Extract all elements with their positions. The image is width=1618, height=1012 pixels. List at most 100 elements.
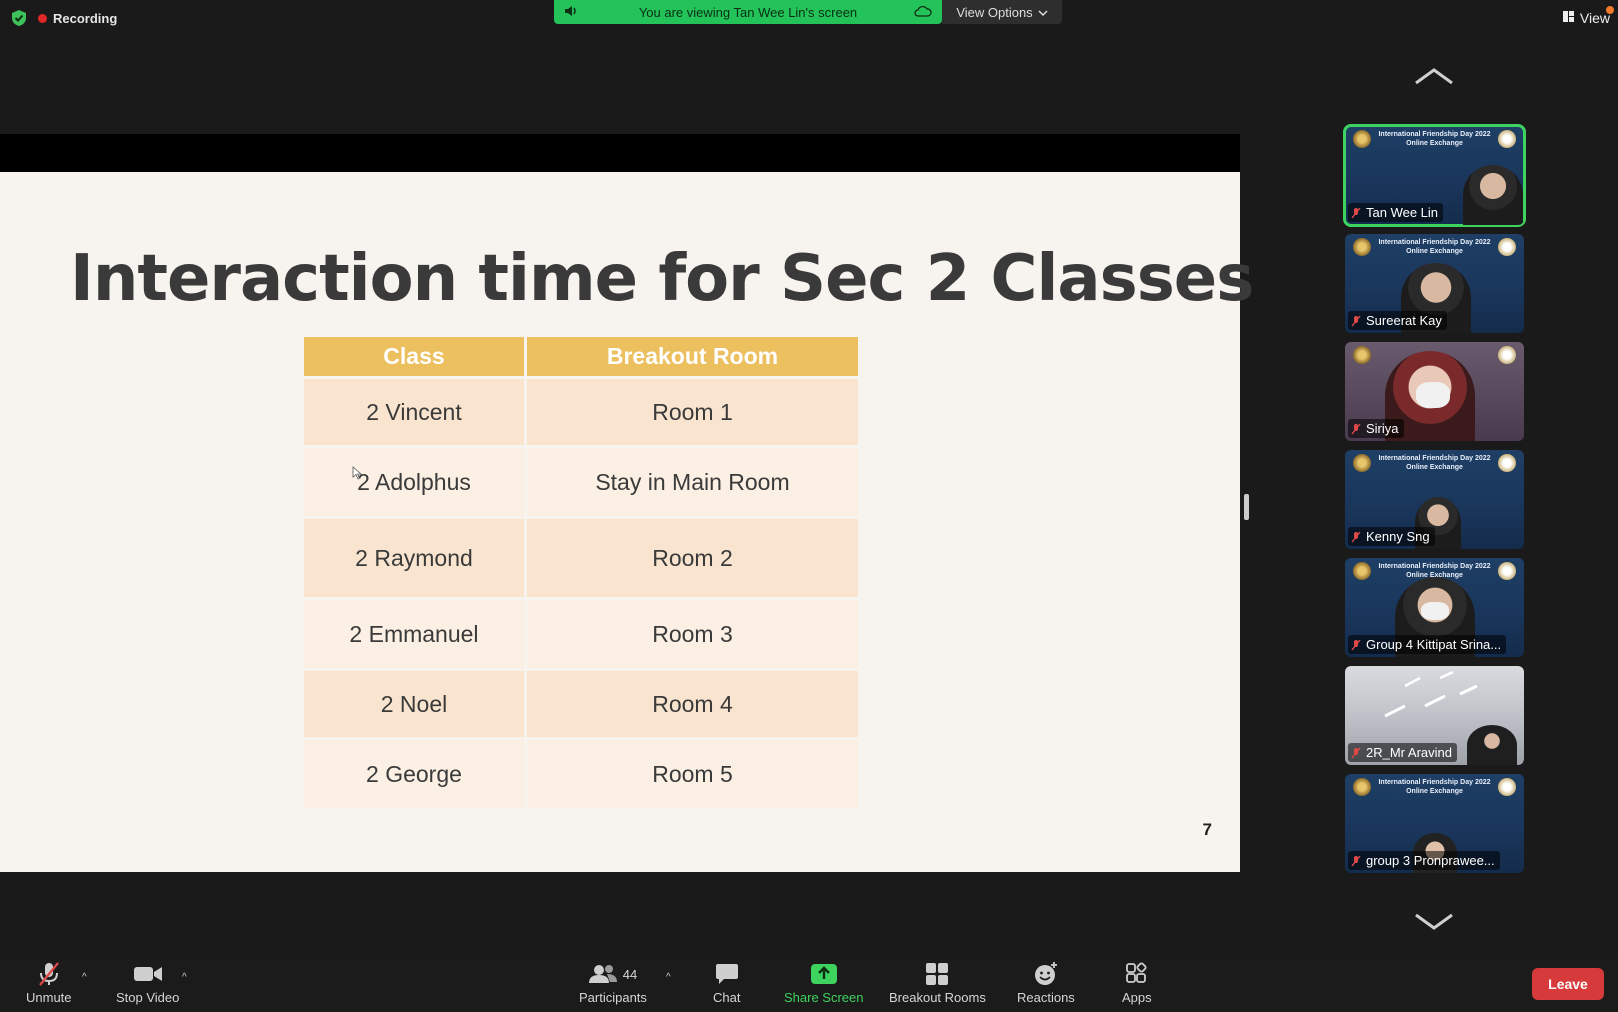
- participant-name-tag: group 3 Pronprawee...: [1348, 851, 1500, 870]
- view-options-button[interactable]: View Options: [942, 0, 1062, 24]
- cell-class: 2 George: [304, 740, 524, 808]
- unmute-button[interactable]: Unmute: [26, 962, 72, 1005]
- participant-video: [1463, 165, 1523, 225]
- participant-name-tag: Kenny Sng: [1348, 527, 1435, 546]
- tile-banner-text: International Friendship Day 2022 Online…: [1378, 239, 1491, 255]
- tile-banner-text: International Friendship Day 2022 Online…: [1378, 779, 1491, 795]
- shared-slide: Interaction time for Sec 2 Classes Class…: [0, 172, 1254, 872]
- participant-name: group 3 Pronprawee...: [1366, 853, 1495, 868]
- participants-label: Participants: [579, 990, 647, 1005]
- table-row: 2 Emmanuel Room 3: [304, 600, 858, 668]
- table-header-row: Class Breakout Room: [304, 337, 858, 376]
- participants-button[interactable]: 44 Participants: [579, 962, 647, 1005]
- apps-label: Apps: [1122, 990, 1152, 1005]
- smiley-add-icon: [1033, 962, 1059, 986]
- header-breakout-room: Breakout Room: [526, 337, 858, 376]
- video-tile[interactable]: 2R_Mr Aravind: [1345, 666, 1524, 765]
- participant-name: Sureerat Kay: [1366, 313, 1442, 328]
- speaker-icon: [564, 5, 582, 20]
- cell-room: Room 4: [526, 671, 858, 737]
- security-shield-icon[interactable]: [10, 8, 28, 28]
- chat-button[interactable]: Chat: [713, 962, 740, 1005]
- video-tile[interactable]: International Friendship Day 2022 Online…: [1345, 558, 1524, 657]
- zoom-meeting-window: Recording You are viewing Tan Wee Lin's …: [0, 0, 1618, 1012]
- mic-muted-icon: [1351, 315, 1361, 327]
- leave-button[interactable]: Leave: [1532, 968, 1604, 1000]
- participant-name: Siriya: [1366, 421, 1399, 436]
- participant-name-tag: Siriya: [1348, 419, 1404, 438]
- face-mask: [1421, 602, 1449, 620]
- share-screen-label: Share Screen: [784, 990, 864, 1005]
- video-tile[interactable]: International Friendship Day 2022 Online…: [1345, 774, 1524, 873]
- viewing-screen-banner: You are viewing Tan Wee Lin's screen: [554, 0, 942, 24]
- cell-class: 2 Adolphus: [304, 448, 524, 516]
- participant-name: Kenny Sng: [1366, 529, 1430, 544]
- face-mask: [1416, 382, 1450, 408]
- participant-name: Group 4 Kittipat Srina...: [1366, 637, 1502, 652]
- participant-video: [1467, 725, 1517, 765]
- slide-title: Interaction time for Sec 2 Classes: [70, 242, 1254, 316]
- cell-room: Room 3: [526, 600, 858, 668]
- view-options-label: View Options: [956, 4, 1033, 20]
- apps-icon: [1125, 962, 1149, 986]
- audio-options-caret-icon[interactable]: ^: [82, 972, 87, 983]
- recording-dot-icon: [38, 13, 47, 23]
- school-crest-icon: [1353, 346, 1371, 364]
- participant-name: Tan Wee Lin: [1366, 205, 1439, 220]
- mic-muted-icon: [1351, 531, 1361, 543]
- chevron-down-icon: [1038, 5, 1048, 20]
- share-screen-button[interactable]: Share Screen: [784, 962, 864, 1005]
- video-options-caret-icon[interactable]: ^: [182, 972, 187, 983]
- breakout-rooms-icon: [925, 962, 949, 986]
- cell-class: 2 Vincent: [304, 379, 524, 445]
- slide-page-number: 7: [1202, 820, 1212, 839]
- recording-indicator[interactable]: Recording: [38, 11, 117, 26]
- top-left-status: Recording: [10, 8, 117, 28]
- breakout-assignment-table: Class Breakout Room 2 Vincent Room 1 2 A…: [301, 334, 861, 811]
- table-row: 2 George Room 5: [304, 740, 858, 808]
- recording-label: Recording: [53, 10, 118, 26]
- participants-icon-group: 44: [588, 962, 637, 986]
- reactions-button[interactable]: Reactions: [1017, 962, 1075, 1005]
- video-tile[interactable]: International Friendship Day 2022 Online…: [1345, 450, 1524, 549]
- participants-options-caret-icon[interactable]: ^: [666, 972, 671, 983]
- viewing-screen-text: You are viewing Tan Wee Lin's screen: [638, 4, 858, 20]
- video-tile[interactable]: International Friendship Day 2022 Online…: [1343, 124, 1526, 227]
- participant-name-tag: Sureerat Kay: [1348, 311, 1447, 330]
- notification-dot-icon: [1606, 6, 1614, 14]
- breakout-rooms-button[interactable]: Breakout Rooms: [889, 962, 986, 1005]
- mic-muted-icon: [1351, 855, 1361, 867]
- people-icon: [588, 965, 617, 983]
- chat-label: Chat: [713, 990, 741, 1005]
- view-layout-icon: [1562, 10, 1575, 26]
- panel-resize-handle[interactable]: [1244, 494, 1249, 520]
- stop-video-button[interactable]: Stop Video: [116, 962, 179, 1005]
- cloud-icon: [914, 5, 932, 20]
- mic-muted-icon: [1351, 639, 1361, 651]
- video-tile[interactable]: Siriya: [1345, 342, 1524, 441]
- participant-name: 2R_Mr Aravind: [1366, 745, 1452, 760]
- video-tile[interactable]: International Friendship Day 2022 Online…: [1345, 234, 1524, 333]
- school-crest-icon: [1498, 346, 1516, 364]
- table-row: 2 Raymond Room 2: [304, 519, 858, 597]
- shared-screen-top-bar: [0, 134, 1240, 172]
- chat-bubble-icon: [715, 962, 739, 986]
- gallery-scroll-down-icon[interactable]: [1414, 912, 1454, 932]
- cell-class: 2 Noel: [304, 671, 524, 737]
- cell-class: 2 Emmanuel: [304, 600, 524, 668]
- cell-room: Room 1: [526, 379, 858, 445]
- tile-banner-text: International Friendship Day 2022 Online…: [1378, 131, 1491, 147]
- stop-video-label: Stop Video: [116, 990, 180, 1005]
- meeting-toolbar: Unmute ^ Stop Video ^ 44 Participants ^ …: [0, 954, 1618, 1012]
- apps-button[interactable]: Apps: [1122, 962, 1152, 1005]
- header-class: Class: [304, 337, 524, 376]
- view-button[interactable]: View: [1562, 6, 1614, 26]
- ceiling-lights: [1384, 670, 1478, 718]
- table-row: 2 Adolphus Stay in Main Room: [304, 448, 858, 516]
- participant-name-tag: 2R_Mr Aravind: [1348, 743, 1457, 762]
- view-label: View: [1579, 10, 1610, 26]
- gallery-scroll-up-icon[interactable]: [1414, 66, 1454, 86]
- tile-banner-text: International Friendship Day 2022 Online…: [1378, 455, 1491, 471]
- mic-muted-icon: [1351, 747, 1361, 759]
- mic-muted-icon: [36, 962, 62, 986]
